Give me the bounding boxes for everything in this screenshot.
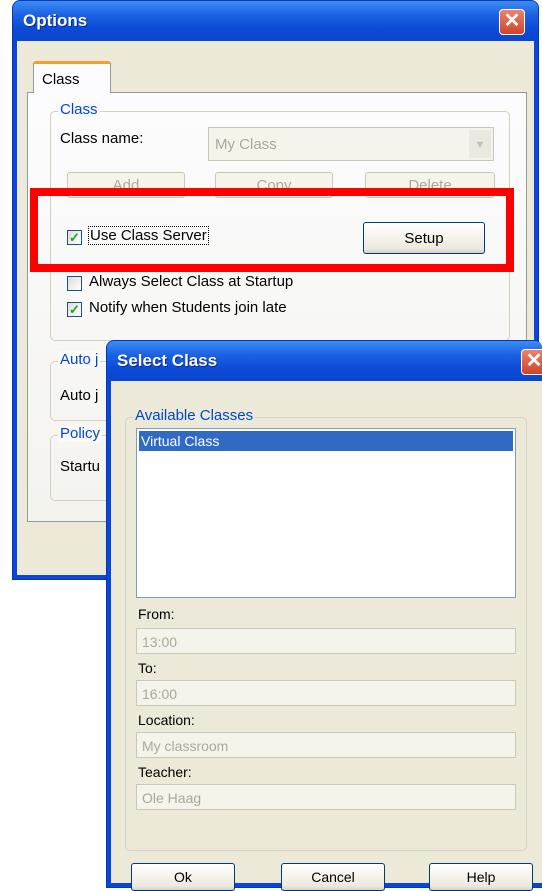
policy-group-title: Policy: [58, 425, 103, 442]
list-item[interactable]: Virtual Class: [139, 431, 513, 451]
always-select-label[interactable]: Always Select Class at Startup: [89, 273, 293, 290]
notify-label[interactable]: Notify when Students join late: [89, 299, 287, 316]
tab-class-label: Class: [42, 71, 80, 88]
options-close-icon[interactable]: ✕: [499, 9, 525, 35]
class-name-combo[interactable]: My Class ▼: [208, 127, 494, 161]
select-class-client: Available Classes Virtual Class From: 13…: [111, 381, 542, 891]
teacher-field[interactable]: Ole Haag: [136, 784, 516, 810]
tab-class[interactable]: Class: [33, 61, 111, 93]
always-select-checkbox[interactable]: [67, 276, 82, 291]
location-field[interactable]: My classroom: [136, 732, 516, 758]
select-class-close-icon[interactable]: ✕: [521, 349, 542, 375]
class-name-label: Class name:: [60, 130, 144, 147]
from-label: From:: [138, 606, 175, 622]
select-class-titlebar[interactable]: Select Class ✕: [107, 341, 542, 381]
notify-checkbox[interactable]: ✓: [67, 302, 82, 317]
options-title: Options: [23, 11, 88, 30]
auto-join-group-title: Auto j: [58, 351, 101, 368]
location-label: Location:: [138, 712, 195, 728]
ok-button[interactable]: Ok: [131, 863, 235, 891]
policy-startup-label: Startu: [60, 458, 101, 475]
available-classes-title: Available Classes: [133, 407, 256, 424]
class-group-title: Class: [58, 101, 100, 118]
from-field[interactable]: 13:00: [136, 628, 516, 654]
help-button[interactable]: Help: [429, 863, 533, 891]
teacher-label: Teacher:: [138, 764, 192, 780]
to-field[interactable]: 16:00: [136, 680, 516, 706]
class-name-value: My Class: [215, 136, 277, 153]
cancel-button[interactable]: Cancel: [281, 863, 385, 891]
available-classes-group: Available Classes Virtual Class From: 13…: [125, 407, 527, 851]
options-titlebar[interactable]: Options ✕: [13, 1, 538, 41]
select-class-window: Select Class ✕ Available Classes Virtual…: [106, 340, 542, 891]
auto-join-label: Auto j: [60, 387, 99, 404]
chevron-down-icon[interactable]: ▼: [469, 130, 491, 158]
red-highlight-box: [30, 188, 514, 272]
to-label: To:: [138, 660, 157, 676]
select-class-title: Select Class: [117, 351, 218, 370]
classes-listbox[interactable]: Virtual Class: [136, 428, 516, 598]
